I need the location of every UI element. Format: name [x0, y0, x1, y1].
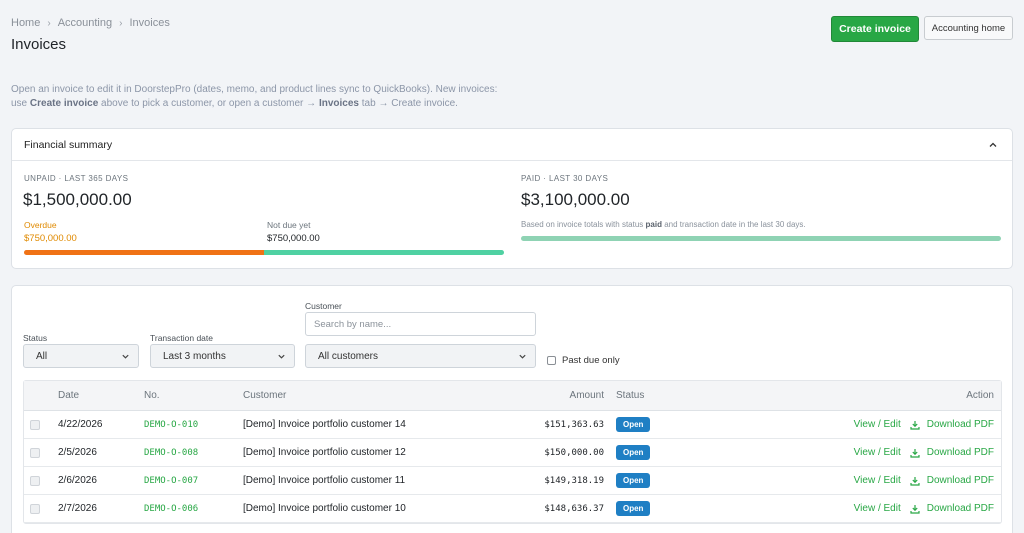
unpaid-label: UNPAID · LAST 365 DAYS — [24, 174, 129, 183]
row-invoice-number[interactable]: DEMO-O-010 — [144, 411, 198, 438]
col-status[interactable]: Status — [616, 381, 644, 410]
past-due-label: Past due only — [562, 355, 620, 366]
invoices-table-card: Status All Transaction date Last 3 month… — [11, 285, 1013, 533]
row-checkbox[interactable] — [30, 419, 40, 430]
table-row: 2/6/2026 DEMO-O-007 [Demo] Invoice portf… — [24, 467, 1001, 495]
breadcrumb-home[interactable]: Home — [11, 17, 40, 29]
view-edit-link[interactable]: View / Edit — [854, 447, 901, 458]
customer-select-value: All customers — [318, 350, 379, 362]
chevron-down-icon — [121, 352, 130, 364]
notdue-label: Not due yet — [267, 220, 311, 230]
paid-label: PAID · LAST 30 DAYS — [521, 174, 609, 183]
unpaid-amount: $1,500,000.00 — [23, 190, 132, 209]
row-amount: $149,318.19 — [544, 475, 604, 486]
view-edit-link[interactable]: View / Edit — [854, 503, 901, 514]
breadcrumb-accounting[interactable]: Accounting — [58, 17, 112, 29]
view-edit-link[interactable]: View / Edit — [854, 475, 901, 486]
customer-search-input[interactable] — [305, 312, 536, 336]
row-date: 2/5/2026 — [58, 447, 97, 458]
row-amount: $151,363.63 — [544, 419, 604, 430]
download-icon — [910, 420, 920, 430]
row-invoice-number[interactable]: DEMO-O-007 — [144, 467, 198, 494]
col-customer[interactable]: Customer — [243, 381, 286, 410]
row-date: 2/7/2026 — [58, 503, 97, 514]
transaction-date-label: Transaction date — [150, 333, 213, 343]
status-badge: Open — [616, 473, 651, 488]
row-checkbox[interactable] — [30, 475, 40, 486]
customer-select[interactable]: All customers — [305, 344, 536, 368]
row-customer: [Demo] Invoice portfolio customer 14 — [243, 419, 406, 430]
transaction-date-select[interactable]: Last 3 months — [150, 344, 295, 368]
chevron-down-icon — [277, 352, 286, 364]
row-invoice-number[interactable]: DEMO-O-006 — [144, 495, 198, 522]
accounting-home-button[interactable]: Accounting home — [924, 16, 1013, 40]
paid-progress-bar — [521, 236, 1001, 241]
past-due-checkbox[interactable] — [547, 356, 556, 365]
row-customer: [Demo] Invoice portfolio customer 12 — [243, 447, 406, 458]
download-icon — [910, 476, 920, 486]
chevron-right-icon: › — [119, 17, 123, 29]
status-badge: Open — [616, 417, 651, 432]
status-select-value: All — [36, 350, 48, 362]
overdue-label: Overdue — [24, 220, 57, 230]
past-due-toggle[interactable]: Past due only — [547, 355, 620, 366]
financial-summary-card: Financial summary UNPAID · LAST 365 DAYS… — [11, 128, 1013, 269]
view-edit-link[interactable]: View / Edit — [854, 419, 901, 430]
download-pdf-link[interactable]: Download PDF — [910, 503, 994, 514]
row-amount: $150,000.00 — [544, 447, 604, 458]
row-invoice-number[interactable]: DEMO-O-008 — [144, 439, 198, 466]
download-pdf-link[interactable]: Download PDF — [910, 447, 994, 458]
table-row: 2/7/2026 DEMO-O-006 [Demo] Invoice portf… — [24, 495, 1001, 523]
status-badge: Open — [616, 445, 651, 460]
download-icon — [910, 448, 920, 458]
col-no[interactable]: No. — [144, 381, 160, 410]
intro-text: Open an invoice to edit it in DoorstepPr… — [11, 84, 498, 109]
row-amount: $148,636.37 — [544, 503, 604, 514]
chevron-down-icon — [518, 352, 527, 364]
paid-note: Based on invoice totals with status paid… — [521, 220, 806, 229]
invoices-table: Date No. Customer Amount Status Action 4… — [23, 380, 1002, 524]
row-customer: [Demo] Invoice portfolio customer 11 — [243, 475, 406, 486]
download-icon — [910, 504, 920, 514]
chevron-up-icon[interactable] — [986, 138, 1000, 152]
status-badge: Open — [616, 501, 651, 516]
paid-bar-segment — [521, 236, 1001, 241]
col-date[interactable]: Date — [58, 381, 79, 410]
unpaid-progress-bar — [24, 250, 504, 255]
create-invoice-button[interactable]: Create invoice — [831, 16, 919, 42]
page-title: Invoices — [11, 36, 67, 53]
financial-summary-title: Financial summary — [24, 138, 113, 151]
row-date: 4/22/2026 — [58, 419, 103, 430]
table-row: 4/22/2026 DEMO-O-010 [Demo] Invoice port… — [24, 411, 1001, 439]
notdue-bar-segment — [264, 250, 504, 255]
download-pdf-link[interactable]: Download PDF — [910, 419, 994, 430]
row-checkbox[interactable] — [30, 503, 40, 514]
row-date: 2/6/2026 — [58, 475, 97, 486]
status-select[interactable]: All — [23, 344, 139, 368]
row-customer: [Demo] Invoice portfolio customer 10 — [243, 503, 406, 514]
overdue-bar-segment — [24, 250, 264, 255]
breadcrumb-invoices: Invoices — [129, 17, 170, 29]
status-filter-label: Status — [23, 333, 48, 343]
col-amount[interactable]: Amount — [570, 381, 604, 410]
row-checkbox[interactable] — [30, 447, 40, 458]
col-action: Action — [966, 390, 994, 401]
table-body: 4/22/2026 DEMO-O-010 [Demo] Invoice port… — [24, 411, 1001, 523]
table-header: Date No. Customer Amount Status Action — [24, 381, 1001, 411]
transaction-date-value: Last 3 months — [163, 350, 226, 362]
customer-filter-label: Customer — [305, 301, 342, 311]
chevron-right-icon: › — [47, 17, 51, 29]
financial-summary-header[interactable]: Financial summary — [12, 129, 1012, 161]
table-row: 2/5/2026 DEMO-O-008 [Demo] Invoice portf… — [24, 439, 1001, 467]
paid-amount: $3,100,000.00 — [521, 190, 630, 209]
breadcrumb: Home › Accounting › Invoices — [11, 17, 170, 29]
download-pdf-link[interactable]: Download PDF — [910, 475, 994, 486]
overdue-amount: $750,000.00 — [24, 233, 77, 244]
notdue-amount: $750,000.00 — [267, 233, 320, 244]
